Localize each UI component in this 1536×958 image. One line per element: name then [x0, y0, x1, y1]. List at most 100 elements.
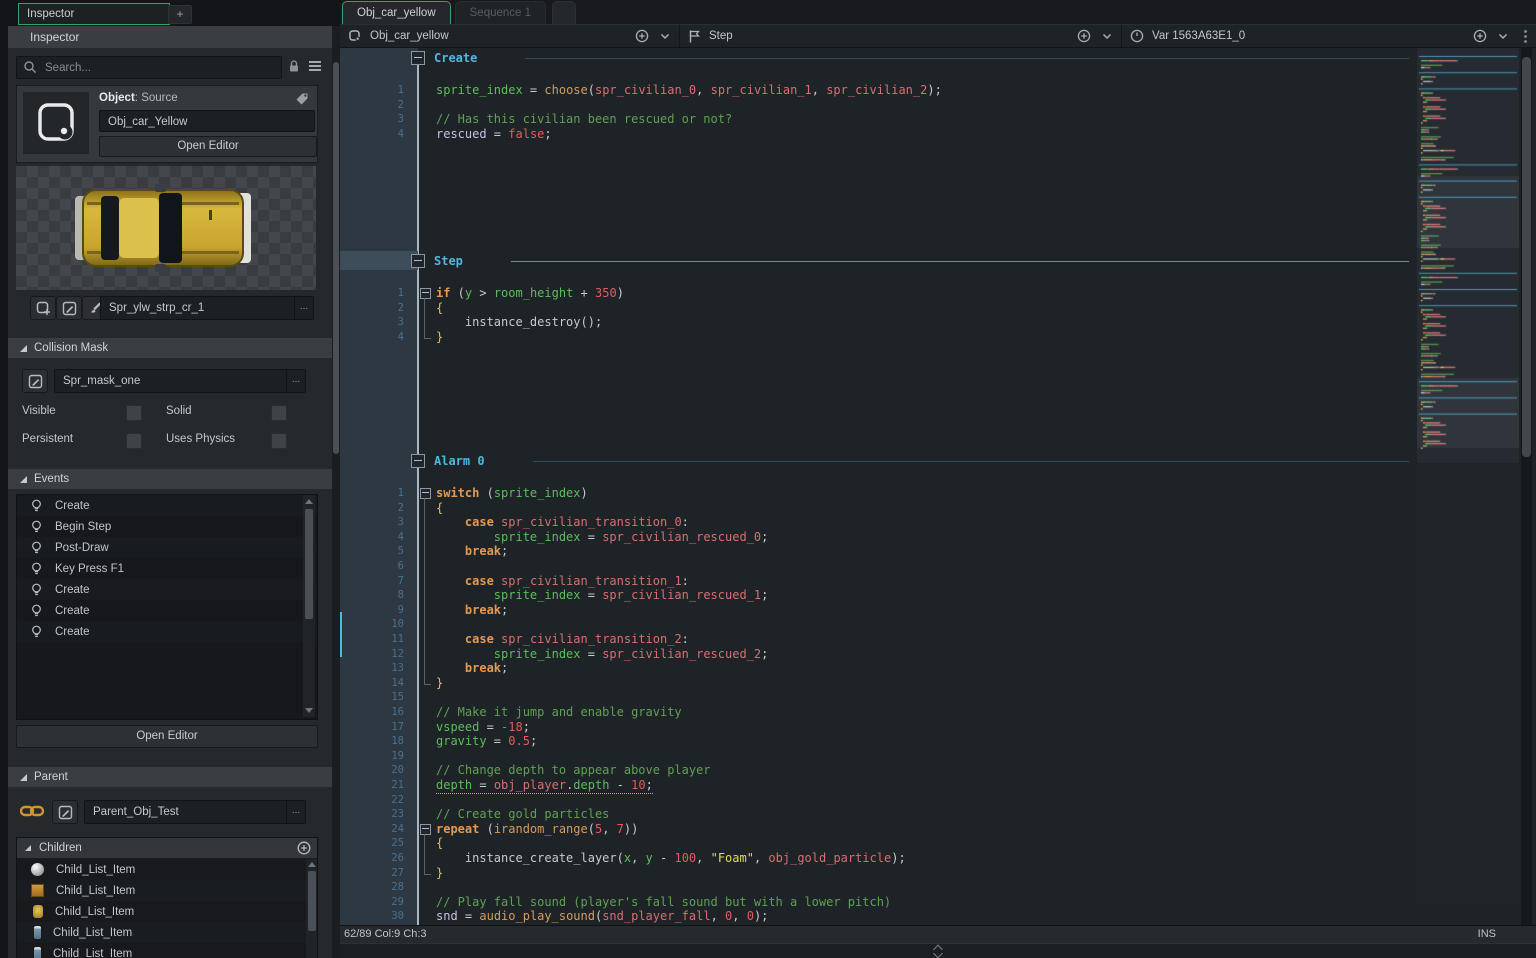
parent-name-field[interactable]: Parent_Obj_Test ...: [84, 800, 306, 824]
inspector-search-box[interactable]: [16, 56, 282, 79]
editor-scroll-thumb[interactable]: [1522, 57, 1531, 457]
children-scroll-thumb[interactable]: [308, 871, 316, 931]
code-line[interactable]: 3// Has this civilian been rescued or no…: [340, 112, 1415, 127]
hamburger-menu-icon[interactable]: [307, 59, 323, 73]
event-list-item[interactable]: Create: [17, 621, 317, 642]
edit-mask-button[interactable]: [22, 369, 48, 393]
event-list-item[interactable]: Create: [17, 579, 317, 600]
collision-mask-section-header[interactable]: Collision Mask: [8, 338, 332, 358]
code-line[interactable]: 6: [340, 559, 1415, 574]
chevron-down-icon[interactable]: [1101, 30, 1113, 42]
add-circle-icon[interactable]: [1077, 29, 1091, 43]
code-line[interactable]: 28: [340, 880, 1415, 895]
child-list-item[interactable]: Child_List_Item: [17, 880, 306, 901]
event-list-item[interactable]: Create: [17, 495, 317, 516]
visible-checkbox[interactable]: [126, 405, 142, 421]
parent-more-button[interactable]: ...: [286, 801, 305, 823]
collapse-event-icon[interactable]: [411, 454, 425, 468]
inspector-scroll-thumb[interactable]: [333, 62, 339, 454]
sprite-name-field[interactable]: Spr_ylw_strp_cr_1 ...: [100, 296, 314, 320]
kebab-menu-icon[interactable]: [1523, 29, 1528, 44]
tag-icon[interactable]: [295, 92, 309, 106]
child-list-item[interactable]: Child_List_Item: [17, 943, 306, 958]
event-header[interactable]: Step: [340, 253, 1415, 269]
persistent-checkbox[interactable]: [126, 433, 142, 449]
search-input[interactable]: [43, 58, 277, 78]
children-scrollbar[interactable]: [306, 859, 317, 958]
code-line[interactable]: 11 case spr_civilian_transition_2:: [340, 632, 1415, 647]
inspector-doc-tab[interactable]: Inspector: [18, 3, 170, 25]
event-header[interactable]: Create: [340, 50, 1415, 66]
solid-checkbox[interactable]: [271, 405, 287, 421]
code-line[interactable]: 3 instance_destroy();: [340, 315, 1415, 330]
code-line[interactable]: 12 sprite_index = spr_civilian_rescued_2…: [340, 647, 1415, 662]
mask-more-button[interactable]: ...: [286, 370, 305, 392]
code-line[interactable]: 2{: [340, 501, 1415, 516]
event-list-item[interactable]: Create: [17, 600, 317, 621]
code-line[interactable]: 24repeat (irandom_range(5, 7)): [340, 822, 1415, 837]
code-line[interactable]: 3 case spr_civilian_transition_0:: [340, 515, 1415, 530]
code-line[interactable]: 2: [340, 98, 1415, 113]
event-header[interactable]: Alarm 0: [340, 453, 1415, 469]
add-circle-icon[interactable]: [635, 29, 649, 43]
add-child-icon[interactable]: [297, 841, 311, 855]
child-list-item[interactable]: Child_List_Item: [17, 922, 306, 943]
code-line[interactable]: 9 break;: [340, 603, 1415, 618]
code-line[interactable]: 26 instance_create_layer(x, y - 100, "Fo…: [340, 851, 1415, 866]
chevron-down-icon[interactable]: [1497, 30, 1509, 42]
code-line[interactable]: 13 break;: [340, 661, 1415, 676]
event-list-item[interactable]: Post-Draw: [17, 537, 317, 558]
tab-obj-car-yellow[interactable]: Obj_car_yellow: [342, 1, 451, 24]
code-line[interactable]: 17vspeed = -18;: [340, 720, 1415, 735]
code-line[interactable]: 15: [340, 690, 1415, 705]
code-line[interactable]: 1if (y > room_height + 350): [340, 286, 1415, 301]
code-line[interactable]: 25{: [340, 836, 1415, 851]
code-line[interactable]: 22: [340, 793, 1415, 808]
collapse-event-icon[interactable]: [411, 51, 425, 65]
edit-parent-button[interactable]: [52, 800, 78, 824]
code-line[interactable]: 8 sprite_index = spr_civilian_rescued_1;: [340, 588, 1415, 603]
code-line[interactable]: 5 break;: [340, 544, 1415, 559]
events-scroll-thumb[interactable]: [305, 509, 313, 619]
tab-sequence-1[interactable]: Sequence 1: [455, 1, 546, 24]
code-line[interactable]: 30snd = audio_play_sound(snd_player_fall…: [340, 909, 1415, 924]
chevron-down-icon[interactable]: [659, 30, 671, 42]
tab-stub[interactable]: [552, 1, 576, 24]
add-circle-icon[interactable]: [1473, 29, 1487, 43]
children-section-header[interactable]: Children: [17, 838, 317, 858]
scroll-up-icon[interactable]: [308, 862, 316, 867]
parent-section-header[interactable]: Parent: [8, 767, 332, 787]
scroll-up-icon[interactable]: [305, 499, 313, 504]
code-line[interactable]: 29// Play fall sound (player's fall soun…: [340, 895, 1415, 910]
minimap[interactable]: [1417, 48, 1519, 905]
events-open-editor-button[interactable]: Open Editor: [16, 725, 318, 748]
event-list-item[interactable]: Begin Step: [17, 516, 317, 537]
code-line[interactable]: 2{: [340, 301, 1415, 316]
sprite-more-button[interactable]: ...: [294, 297, 313, 319]
child-list-item[interactable]: Child_List_Item: [17, 859, 306, 880]
add-tab-button[interactable]: +: [168, 5, 192, 24]
code-line[interactable]: 27}: [340, 866, 1415, 881]
code-line[interactable]: 10: [340, 617, 1415, 632]
code-line[interactable]: 1sprite_index = choose(spr_civilian_0, s…: [340, 83, 1415, 98]
code-line[interactable]: 16// Make it jump and enable gravity: [340, 705, 1415, 720]
output-panel-splitter[interactable]: [340, 943, 1536, 958]
code-line[interactable]: 20// Change depth to appear above player: [340, 763, 1415, 778]
object-open-editor-button[interactable]: Open Editor: [99, 136, 317, 157]
code-line[interactable]: 7 case spr_civilian_transition_1:: [340, 574, 1415, 589]
new-sprite-button[interactable]: [30, 296, 56, 320]
code-area[interactable]: Create 1sprite_index = choose(spr_civilia…: [340, 48, 1536, 925]
events-section-header[interactable]: Events: [8, 469, 332, 489]
lock-icon[interactable]: [287, 59, 301, 74]
code-line[interactable]: 4}: [340, 330, 1415, 345]
code-line[interactable]: 19: [340, 749, 1415, 764]
sprite-preview[interactable]: [16, 166, 316, 290]
uses-physics-checkbox[interactable]: [271, 433, 287, 449]
code-line[interactable]: 21depth = obj_player.depth - 10;: [340, 778, 1415, 793]
collapse-event-icon[interactable]: [411, 254, 425, 268]
code-line[interactable]: 14}: [340, 676, 1415, 691]
child-list-item[interactable]: Child_List_Item: [17, 901, 306, 922]
code-line[interactable]: 18gravity = 0.5;: [340, 734, 1415, 749]
events-scrollbar[interactable]: [303, 495, 315, 717]
code-line[interactable]: 23// Create gold particles: [340, 807, 1415, 822]
